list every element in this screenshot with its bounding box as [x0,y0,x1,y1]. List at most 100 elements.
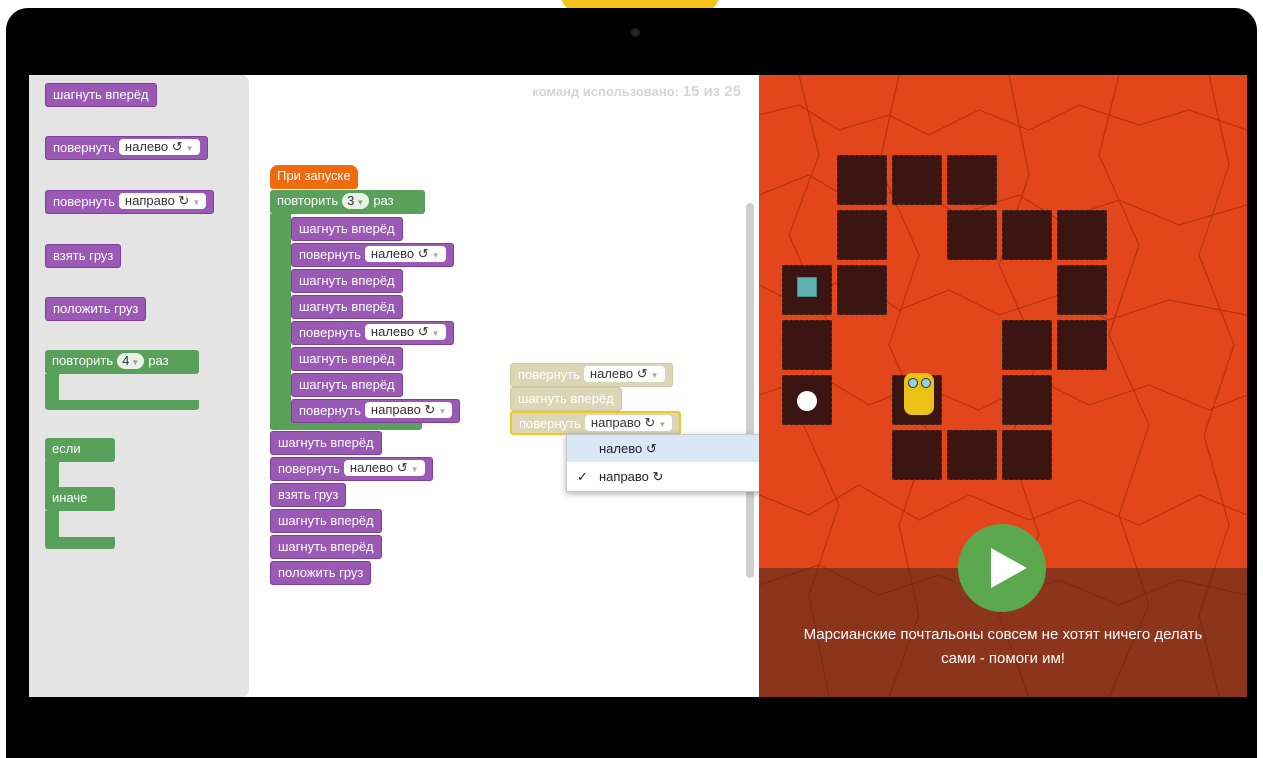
play-icon [991,548,1027,588]
detached-step-block[interactable]: повернуть налево ↺ ▼ [510,363,673,387]
direction-value: налево ↺ [589,366,648,381]
direction-dropdown[interactable]: налево ↺ ▼ [364,246,446,262]
path-tile [1002,430,1052,480]
repeat-count: 3 [347,193,355,208]
chevron-down-icon: ▼ [410,465,419,474]
block-label: раз [373,193,394,208]
path-tile [947,155,997,205]
dropdown-option-right[interactable]: ✓ направо ↻ [567,463,771,490]
path-tile [892,155,942,205]
block-label: шагнуть вперёд [278,513,374,528]
block-label: шагнуть вперёд [299,299,395,314]
program-step-block[interactable]: повернуть налево ↺ ▼ [291,321,454,345]
toolbox-turn-right-block[interactable]: повернуть направо ↻ ▼ [45,190,215,214]
block-label: шагнуть вперёд [299,351,395,366]
block-label: иначе [52,490,88,505]
direction-dropdown[interactable]: налево ↺ ▼ [343,460,425,476]
program-step-block[interactable]: положить груз [270,561,372,585]
block-label: взять груз [53,248,114,263]
workspace-scrollbar[interactable] [746,203,754,578]
program-step-block[interactable]: взять груз [270,483,347,507]
counter-value: 15 из 25 [682,83,741,100]
chevron-down-icon: ▼ [431,329,440,338]
workspace[interactable]: команд использовано: 15 из 25 При запуск… [249,75,772,697]
toolbox-step-block[interactable]: шагнуть вперёд [45,83,157,107]
direction-value: направо ↻ [370,402,436,417]
caption-line: сами - помоги им! [941,650,1065,667]
toolbox-take-block[interactable]: взять груз [45,244,122,268]
direction-dropdown[interactable]: налево ↺ ▼ [118,139,200,155]
block-label: повернуть [53,194,115,209]
toolbox-turn-left-block[interactable]: повернуть налево ↺ ▼ [45,136,208,160]
direction-dropdown[interactable]: налево ↺ ▼ [364,324,446,340]
path-tile [1057,265,1107,315]
block-label: повернуть [519,416,581,431]
direction-dropdown[interactable]: налево ↺ ▼ [583,366,665,382]
block-label: шагнуть вперёд [278,539,374,554]
option-label: налево ↺ [599,441,657,456]
repeat-c-arm [270,214,291,429]
direction-value: налево ↺ [124,139,183,154]
robot-eye-icon [921,378,931,388]
direction-value: налево ↺ [370,324,429,339]
program-step-block[interactable]: шагнуть вперёд [291,373,403,397]
program-step-block[interactable]: шагнуть вперёд [270,431,382,455]
path-tile [947,210,997,260]
block-label: взять груз [278,487,339,502]
chevron-down-icon: ▼ [185,144,194,153]
direction-value: направо ↻ [124,193,190,208]
repeat-count-field[interactable]: 3 ▼ [342,193,370,209]
path-tile [782,320,832,370]
delivery-target-icon [797,391,817,411]
chevron-down-icon: ▼ [192,198,201,207]
block-label: положить груз [53,301,139,316]
path-tile [1002,320,1052,370]
program-step-block[interactable]: шагнуть вперёд [291,269,403,293]
start-block[interactable]: При запуске [270,165,358,189]
block-label: повторить [52,353,114,368]
command-counter: команд использовано: 15 из 25 [532,83,741,100]
path-tile [837,155,887,205]
block-label: повторить [277,193,339,208]
direction-dropdown[interactable]: направо ↻ ▼ [364,402,453,418]
program-step-block[interactable]: повернуть налево ↺ ▼ [270,457,433,481]
program-step-block[interactable]: шагнуть вперёд [270,535,382,559]
game-stage: Марсианские почтальоны совсем не хотят н… [759,75,1247,697]
chevron-down-icon: ▼ [438,407,447,416]
path-tile [947,430,997,480]
cargo-crate-icon [797,277,817,297]
direction-value: налево ↺ [349,460,408,475]
option-label: направо ↻ [599,469,664,484]
direction-dropdown[interactable]: направо ↻ ▼ [118,193,207,209]
program-step-block[interactable]: повернуть направо ↻ ▼ [291,399,461,423]
block-label: шагнуть вперёд [278,435,374,450]
play-button[interactable] [958,524,1046,612]
path-tile [892,430,942,480]
toolbox: шагнуть вперёд повернуть налево ↺ ▼ поверн… [29,75,249,697]
robot-postman-icon [904,373,934,415]
detached-step-block[interactable]: шагнуть вперёд [510,387,622,411]
program-step-block[interactable]: повернуть налево ↺ ▼ [291,243,454,267]
program-step-block[interactable]: шагнуть вперёд [291,217,403,241]
dropdown-option-left[interactable]: налево ↺ [567,435,771,462]
chevron-down-icon: ▼ [431,251,440,260]
else-c-foot [45,537,115,549]
program-step-block[interactable]: шагнуть вперёд [291,347,403,371]
repeat-c-foot [45,400,199,410]
game-caption: Марсианские почтальоны совсем не хотят н… [759,623,1247,671]
counter-label: команд использовано: [532,84,679,99]
program-step-block[interactable]: шагнуть вперёд [291,295,403,319]
toolbox-put-block[interactable]: положить груз [45,297,147,321]
block-label: шагнуть вперёд [53,87,149,102]
block-label: повернуть [299,403,361,418]
direction-dropdown[interactable]: направо ↻ ▼ [584,415,673,431]
program-step-block[interactable]: шагнуть вперёд [270,509,382,533]
screen: шагнуть вперёд повернуть налево ↺ ▼ поверн… [29,75,1247,697]
repeat-block[interactable]: повторить 3 ▼ раз [270,190,425,214]
repeat-count-field[interactable]: 4 ▼ [117,353,145,369]
chevron-down-icon: ▼ [658,420,667,429]
repeat-count: 4 [122,353,130,368]
detached-step-block[interactable]: повернуть направо ↻ ▼ [510,411,682,435]
block-label: шагнуть вперёд [518,391,614,406]
else-header: иначе [45,487,115,511]
